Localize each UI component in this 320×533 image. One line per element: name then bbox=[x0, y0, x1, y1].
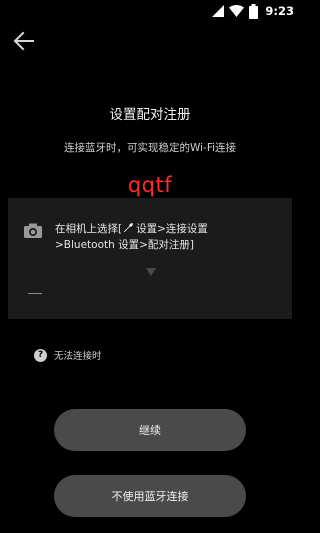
pairing-code: qqtf bbox=[127, 173, 173, 197]
wifi-icon bbox=[229, 5, 245, 17]
wrench-icon bbox=[124, 222, 134, 233]
triangle-down-icon bbox=[146, 268, 156, 276]
instruction-text: 在相机上选择[ 设置>连接设置 >Bluetooth 设置>配对注册] bbox=[55, 221, 287, 253]
page-subtitle: 连接蓝牙时，可实现稳定的Wi-Fi连接 bbox=[63, 142, 237, 154]
signal-icon bbox=[212, 5, 225, 17]
instruction-prefix: 在相机上选择[ bbox=[55, 223, 123, 235]
help-link[interactable]: ? 无法连接时 bbox=[34, 348, 102, 362]
back-arrow-icon bbox=[13, 31, 34, 51]
status-time: 9:23 bbox=[265, 4, 294, 18]
status-bar: 9:23 bbox=[0, 0, 300, 22]
status-icons: 9:23 bbox=[212, 2, 294, 20]
instruction-line-1: 设置>连接设置 bbox=[136, 223, 208, 235]
instruction-panel: 在相机上选择[ 设置>连接设置 >Bluetooth 设置>配对注册] bbox=[8, 198, 292, 319]
back-button[interactable] bbox=[12, 30, 36, 52]
no-bluetooth-button[interactable]: 不使用蓝牙连接 bbox=[54, 475, 246, 517]
continue-button[interactable]: 继续 bbox=[54, 409, 246, 451]
no-bluetooth-button-label: 不使用蓝牙连接 bbox=[111, 490, 189, 503]
continue-button-label: 继续 bbox=[139, 424, 161, 437]
battery-icon bbox=[249, 3, 259, 19]
instruction-line-2: >Bluetooth 设置>配对注册] bbox=[55, 239, 195, 251]
camera-icon bbox=[24, 223, 42, 238]
question-icon: ? bbox=[34, 348, 47, 362]
page-title: 设置配对注册 bbox=[109, 107, 191, 123]
help-label: 无法连接时 bbox=[54, 351, 102, 362]
progress-dash bbox=[28, 293, 42, 294]
